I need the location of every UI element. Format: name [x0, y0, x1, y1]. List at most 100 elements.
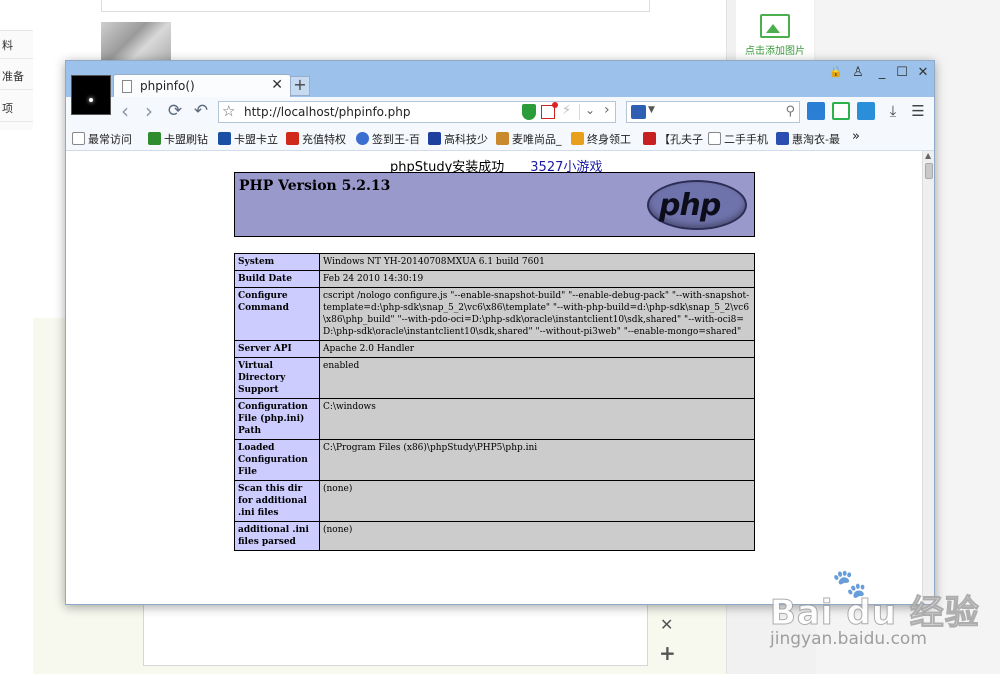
table-row: Virtual Directory Support enabled: [234, 357, 755, 399]
site-icon: [643, 132, 656, 145]
left-menu-item[interactable]: 料: [0, 33, 33, 59]
document-icon: [708, 132, 721, 145]
bookmark-label: 麦唯尚品_: [512, 133, 562, 146]
scroll-thumb[interactable]: [925, 163, 933, 179]
close-window-button[interactable]: ✕: [915, 65, 931, 80]
bookmark-item[interactable]: 签到王-百: [356, 131, 420, 147]
forward-button[interactable]: ›: [138, 101, 160, 121]
go-button[interactable]: ›: [604, 102, 610, 118]
bookmark-item[interactable]: 麦唯尚品_: [496, 131, 562, 147]
row-value: C:\Program Files (x86)\phpStudy\PHP5\php…: [319, 439, 755, 481]
site-icon: [776, 132, 789, 145]
bookmark-item[interactable]: 终身领工: [571, 131, 631, 147]
address-bar[interactable]: ☆ http://localhost/phpinfo.php ⚡ ⌄ ›: [218, 101, 616, 123]
table-row: Loaded Configuration File C:\Program File…: [234, 439, 755, 481]
row-value: Apache 2.0 Handler: [319, 340, 755, 358]
folder-icon: [72, 132, 85, 145]
search-engine-icon[interactable]: [631, 105, 646, 119]
page-content: phpStudy安装成功 3527小游戏 PHP Version 5.2.13 p…: [66, 151, 922, 604]
menu-icon[interactable]: ☰: [909, 102, 927, 120]
bookmark-label: 高科技少: [444, 133, 488, 146]
watermark-brand: Bai du 经验: [770, 593, 980, 634]
close-icon[interactable]: ✕: [660, 615, 673, 634]
site-icon: [218, 132, 231, 145]
row-key: additional .ini files parsed: [234, 521, 320, 551]
site-icon: [571, 132, 584, 145]
maximize-button[interactable]: ☐: [894, 65, 910, 80]
left-menu-item[interactable]: 准备: [0, 64, 33, 90]
watermark-url: jingyan.baidu.com: [770, 629, 927, 649]
document-icon: [122, 80, 132, 93]
bookmark-item[interactable]: 卡盟卡立: [218, 131, 278, 147]
row-value: cscript /nologo configure.js "--enable-s…: [319, 287, 755, 341]
step-textarea[interactable]: [143, 600, 648, 666]
row-key: Server API: [234, 340, 320, 358]
php-logo-text: php: [659, 188, 721, 223]
table-row: Build Date Feb 24 2010 14:30:19: [234, 270, 755, 288]
bookmark-label: 充值特权: [302, 133, 346, 146]
screenshot-icon[interactable]: [832, 102, 850, 120]
table-row: Server API Apache 2.0 Handler: [234, 340, 755, 358]
notification-icon[interactable]: [541, 102, 558, 119]
chevron-down-icon[interactable]: ⌄: [585, 103, 595, 117]
translate-icon[interactable]: [807, 102, 825, 120]
bookmark-label: 最常访问: [88, 133, 132, 146]
row-value: Windows NT YH-20140708MXUA 6.1 build 760…: [319, 253, 755, 271]
engine-dropdown-icon[interactable]: ▼: [648, 105, 655, 115]
row-key: Configure Command: [234, 287, 320, 341]
table-row: Configuration File (php.ini) Path C:\wind…: [234, 398, 755, 440]
back-button[interactable]: ‹: [114, 101, 136, 121]
bookmark-item[interactable]: 惠淘衣-最: [776, 131, 840, 147]
search-box[interactable]: ▼ ⚲: [626, 101, 800, 123]
image-icon: [760, 14, 790, 38]
php-version: PHP Version 5.2.13: [239, 178, 391, 194]
sound-icon[interactable]: [857, 102, 875, 120]
tab-phpinfo[interactable]: phpinfo() ✕: [113, 74, 291, 98]
row-value: Feb 24 2010 14:30:19: [319, 270, 755, 288]
row-key: Loaded Configuration File: [234, 439, 320, 481]
bookmark-item[interactable]: 高科技少: [428, 131, 488, 147]
lock-icon[interactable]: 🔒: [828, 65, 844, 78]
tab-close-icon[interactable]: ✕: [271, 77, 283, 93]
add-icon[interactable]: +: [659, 641, 676, 665]
refresh-button[interactable]: ⟳: [164, 101, 186, 121]
search-icon[interactable]: ⚲: [785, 104, 795, 119]
bookmark-label: 签到王-百: [372, 133, 420, 146]
undo-button[interactable]: ↶: [190, 101, 212, 121]
row-key: System: [234, 253, 320, 271]
bookmark-item[interactable]: 卡盟刷钻: [148, 131, 208, 147]
table-row: System Windows NT YH-20140708MXUA 6.1 bui…: [234, 253, 755, 271]
download-icon[interactable]: ⤓: [884, 102, 902, 120]
bookmark-item[interactable]: 最常访问: [72, 131, 132, 147]
security-shield-icon[interactable]: [522, 104, 536, 120]
bookmarks-bar: 最常访问 卡盟刷钻 卡盟卡立 充值特权 签到王-百 高科技少 麦唯尚品_ 终身领…: [66, 127, 934, 151]
row-value: (none): [319, 480, 755, 522]
bookmark-item[interactable]: 充值特权: [286, 131, 346, 147]
divider: [579, 104, 580, 120]
new-tab-button[interactable]: +: [290, 76, 310, 96]
site-icon: [148, 132, 161, 145]
title-input[interactable]: [101, 0, 650, 12]
bookmark-star-icon[interactable]: ☆: [222, 102, 235, 120]
site-icon: [496, 132, 509, 145]
table-row: Scan this dir for additional .ini files(…: [234, 480, 755, 522]
scroll-up-icon[interactable]: ▲: [925, 151, 931, 160]
bookmarks-more-button[interactable]: »: [852, 129, 860, 144]
minimize-button[interactable]: _: [874, 65, 890, 80]
table-row: Configure Command cscript /nologo configu…: [234, 287, 755, 341]
row-key: Scan this dir for additional .ini files: [234, 480, 320, 522]
bookmark-item[interactable]: 二手手机: [708, 131, 768, 147]
add-image-button[interactable]: 点击添加图片: [736, 0, 814, 64]
left-menu-item[interactable]: 项: [0, 96, 33, 122]
speed-mode-icon[interactable]: ⚡: [562, 103, 571, 118]
row-value: (none): [319, 521, 755, 551]
bookmark-label: 惠淘衣-最: [792, 133, 840, 146]
table-row: additional .ini files parsed (none): [234, 521, 755, 551]
bookmark-item[interactable]: 【孔夫子: [643, 131, 703, 147]
address-text[interactable]: http://localhost/phpinfo.php: [244, 105, 410, 119]
add-image-label: 点击添加图片: [745, 46, 805, 57]
shirt-icon[interactable]: ♙: [850, 65, 866, 80]
navigation-toolbar: ‹ › ⟳ ↶ ☆ http://localhost/phpinfo.php ⚡…: [66, 97, 934, 127]
bookmark-label: 二手手机: [724, 133, 768, 146]
vertical-scrollbar[interactable]: ▲: [922, 151, 934, 604]
